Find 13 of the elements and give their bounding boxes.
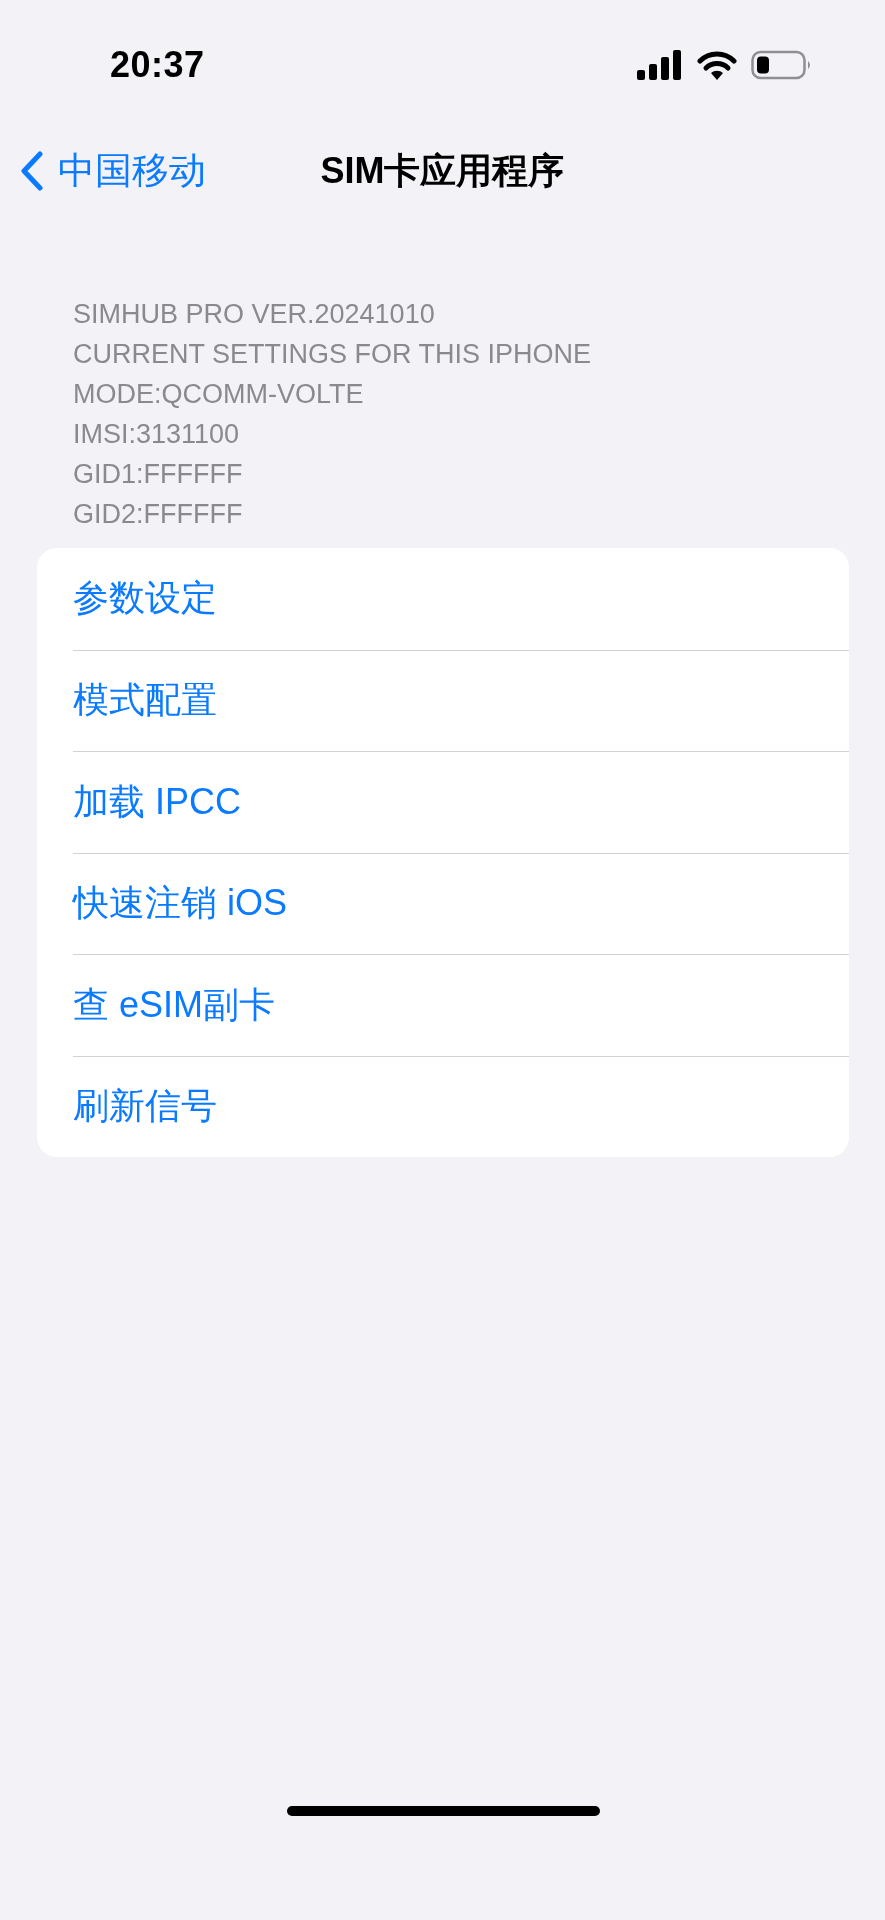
- info-line: GID1:FFFFFF: [73, 458, 243, 491]
- status-time: 20:37: [110, 44, 205, 86]
- info-line: IMSI:3131100: [73, 418, 240, 451]
- back-button[interactable]: 中国移动: [20, 146, 206, 196]
- info-line: CURRENT SETTINGS FOR THIS IPHONE: [73, 338, 592, 371]
- chevron-icon: [20, 151, 44, 191]
- info-line: SIMHUB PRO VER.20241010: [73, 298, 435, 331]
- signal-icon: [637, 50, 683, 80]
- battery-icon: [751, 50, 813, 80]
- page-title: SIM卡应用程序: [320, 148, 565, 193]
- info-line: GID2:FFFFFF: [73, 498, 243, 531]
- wifi-icon: [697, 50, 737, 80]
- info-line: MODE:QCOMM-VOLTE: [73, 378, 364, 411]
